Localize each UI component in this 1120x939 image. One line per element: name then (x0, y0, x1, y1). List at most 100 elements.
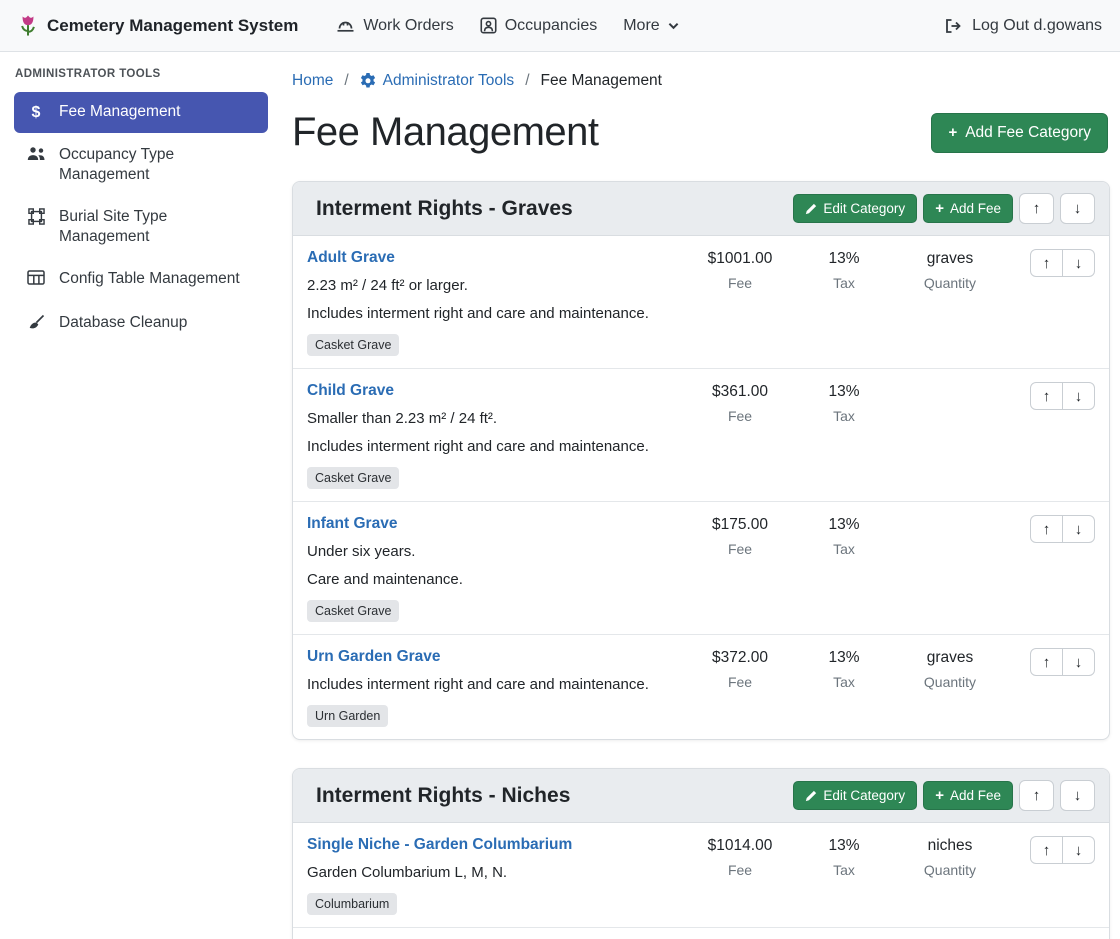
move-fee-up-button[interactable]: ↑ (1030, 648, 1063, 676)
hard-hat-icon (336, 17, 355, 34)
move-fee-down-button[interactable]: ↓ (1062, 515, 1095, 543)
fee-amount-label: Fee (684, 275, 796, 291)
add-fee-category-button[interactable]: + Add Fee Category (931, 113, 1108, 153)
fee-row: Infant Grave Under six years. Care and m… (293, 502, 1109, 635)
fee-quantity-col: niches Quantity (892, 836, 1008, 878)
down-arrow-icon: ↓ (1075, 842, 1083, 859)
logout-label: Log Out d.gowans (972, 17, 1102, 35)
sidebar-item-label: Fee Management (59, 102, 181, 122)
nav-work-orders[interactable]: Work Orders (336, 17, 453, 35)
page-title: Fee Management (292, 110, 599, 155)
up-arrow-icon: ↑ (1043, 842, 1051, 859)
admin-sidebar: ADMINISTRATOR TOOLS $ Fee Management Occ… (0, 52, 280, 939)
fee-name-link[interactable]: Urn Garden Grave (307, 648, 441, 666)
fee-quantity: graves (892, 649, 1008, 667)
reorder-buttons: ↑ ↓ (1030, 648, 1095, 676)
fee-amount: $361.00 (684, 383, 796, 401)
fee-type-badge: Columbarium (307, 893, 397, 915)
breadcrumb: Home / Administrator Tools / Fee Managem… (292, 72, 1110, 90)
fee-amount: $175.00 (684, 516, 796, 534)
fee-description: 2.23 m² / 24 ft² or larger. (307, 276, 676, 295)
fee-name-link[interactable]: Infant Grave (307, 515, 397, 533)
fee-amount-col: $1014.00 Fee (684, 836, 796, 878)
nav-more-label: More (623, 17, 659, 35)
move-fee-up-button[interactable]: ↑ (1030, 515, 1063, 543)
down-arrow-icon: ↓ (1075, 255, 1083, 272)
sidebar-item-burial-site-type[interactable]: Burial Site Type Management (14, 197, 268, 257)
nav-more[interactable]: More (623, 17, 678, 35)
move-fee-down-button[interactable]: ↓ (1062, 249, 1095, 277)
fee-tax-col: 13% Tax (796, 836, 892, 878)
move-category-up-button[interactable]: ↑ (1019, 193, 1054, 224)
nav-work-orders-label: Work Orders (363, 17, 453, 35)
gear-icon (360, 73, 376, 89)
fee-description: Includes interment right and care and ma… (307, 304, 676, 323)
logout-icon (944, 18, 963, 34)
fee-description: Under six years. (307, 542, 676, 561)
sidebar-item-fee-management[interactable]: $ Fee Management (14, 92, 268, 133)
edit-category-button[interactable]: Edit Category (793, 194, 917, 223)
up-arrow-icon: ↑ (1043, 654, 1051, 671)
up-arrow-icon: ↑ (1033, 787, 1041, 804)
fee-name-link[interactable]: Adult Grave (307, 249, 395, 267)
pencil-icon (805, 203, 817, 215)
move-category-down-button[interactable]: ↓ (1060, 780, 1095, 811)
add-fee-button[interactable]: + Add Fee (923, 194, 1013, 223)
fee-quantity: niches (892, 837, 1008, 855)
logout-button[interactable]: Log Out d.gowans (944, 17, 1102, 35)
fee-tax: 13% (796, 649, 892, 667)
reorder-buttons: ↑ ↓ (1030, 836, 1095, 864)
sidebar-item-occupancy-type[interactable]: Occupancy Type Management (14, 135, 268, 195)
move-category-down-button[interactable]: ↓ (1060, 193, 1095, 224)
fee-tax-col: 13% Tax (796, 648, 892, 690)
breadcrumb-separator: / (525, 72, 529, 90)
fee-name-link[interactable]: Single Niche - Garden Columbarium (307, 836, 572, 854)
breadcrumb-home-link[interactable]: Home (292, 72, 333, 90)
fee-row: Adult Grave 2.23 m² / 24 ft² or larger. … (293, 236, 1109, 369)
users-icon (26, 146, 46, 167)
up-arrow-icon: ↑ (1043, 521, 1051, 538)
sidebar-item-config-table[interactable]: Config Table Management (14, 259, 268, 301)
tulip-logo-icon (18, 13, 38, 39)
edit-category-button[interactable]: Edit Category (793, 781, 917, 810)
app-brand[interactable]: Cemetery Management System (18, 13, 298, 39)
move-fee-up-button[interactable]: ↑ (1030, 249, 1063, 277)
table-icon (26, 270, 46, 291)
down-arrow-icon: ↓ (1075, 654, 1083, 671)
up-arrow-icon: ↑ (1043, 255, 1051, 272)
fee-row: Single Niche - Garden Columbarium Garden… (293, 823, 1109, 928)
move-fee-up-button[interactable]: ↑ (1030, 382, 1063, 410)
fee-quantity-label: Quantity (892, 275, 1008, 291)
fee-amount-col: $372.00 Fee (684, 648, 796, 690)
fee-description: Includes interment right and care and ma… (307, 437, 676, 456)
fee-amount-label: Fee (684, 674, 796, 690)
sidebar-item-database-cleanup[interactable]: Database Cleanup (14, 303, 268, 346)
broom-icon (26, 314, 46, 336)
fee-name-link[interactable]: Child Grave (307, 382, 394, 400)
move-fee-down-button[interactable]: ↓ (1062, 648, 1095, 676)
move-category-up-button[interactable]: ↑ (1019, 780, 1054, 811)
move-fee-down-button[interactable]: ↓ (1062, 836, 1095, 864)
move-fee-down-button[interactable]: ↓ (1062, 382, 1095, 410)
move-fee-up-button[interactable]: ↑ (1030, 836, 1063, 864)
fee-quantity (892, 516, 1008, 534)
fee-type-badge: Casket Grave (307, 467, 399, 489)
breadcrumb-admin-tools-link[interactable]: Administrator Tools (360, 72, 515, 90)
plus-icon: + (948, 125, 957, 140)
fee-details: Infant Grave Under six years. Care and m… (307, 515, 684, 622)
fee-type-badge: Casket Grave (307, 600, 399, 622)
fee-tax-col: 13% Tax (796, 382, 892, 424)
add-fee-button[interactable]: + Add Fee (923, 781, 1013, 810)
fee-tax-label: Tax (796, 674, 892, 690)
fee-amount: $1014.00 (684, 837, 796, 855)
plus-icon: + (935, 201, 944, 216)
fee-tax-label: Tax (796, 541, 892, 557)
fee-row: Urn Garden Grave Includes interment righ… (293, 635, 1109, 739)
fee-quantity-col (892, 515, 1008, 541)
fee-amount-col: $361.00 Fee (684, 382, 796, 424)
fee-quantity: graves (892, 250, 1008, 268)
sidebar-item-label: Occupancy Type Management (59, 145, 256, 185)
reorder-buttons: ↑ ↓ (1030, 382, 1095, 410)
nav-occupancies[interactable]: Occupancies (480, 17, 598, 35)
category-header: Interment Rights - Niches Edit Category … (293, 769, 1109, 823)
